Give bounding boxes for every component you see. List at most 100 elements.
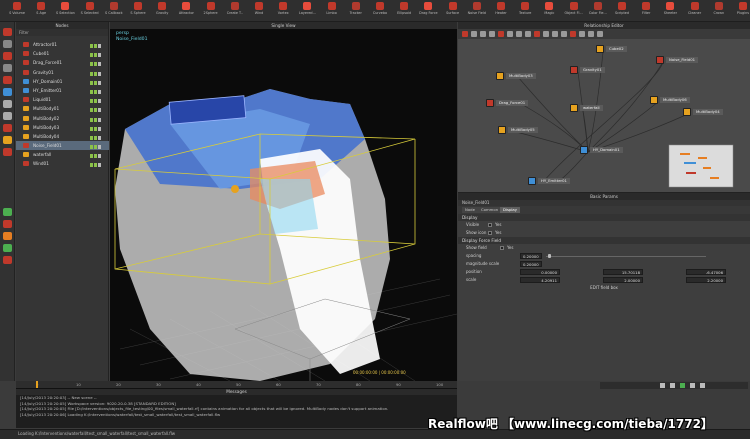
spacing-input[interactable]: 0.20000 (520, 253, 542, 259)
shelf-tool-29[interactable]: Crown (706, 1, 732, 21)
play-icon[interactable] (680, 383, 685, 388)
relationship-toolbar-icon[interactable] (561, 31, 567, 37)
timeline-playhead[interactable] (36, 381, 38, 388)
shelf-tool-23[interactable]: Object Fl... (561, 1, 587, 21)
minimap[interactable] (668, 144, 734, 188)
relationship-node[interactable]: Noise_Field01 (656, 56, 699, 64)
relationship-toolbar-icon[interactable] (498, 31, 504, 37)
shelf-tool-2[interactable]: S Selection (52, 1, 78, 21)
shelf-tool-0[interactable]: S Volume (4, 1, 30, 21)
shelf-tool-18[interactable]: Surface (440, 1, 466, 21)
relationship-node[interactable]: MultiBody04 (683, 108, 723, 116)
daemon-tool-icon[interactable] (3, 124, 12, 132)
tab-display[interactable]: Display (500, 207, 520, 213)
shelf-tool-7[interactable]: Attractor (173, 1, 199, 21)
shelf-tool-6[interactable]: Gravity (149, 1, 175, 21)
spacing-slider-track[interactable] (546, 255, 706, 257)
shelf-tool-5[interactable]: S Sphere (125, 1, 151, 21)
move-tool-icon[interactable] (3, 40, 12, 48)
relationship-toolbar-icon[interactable] (570, 31, 576, 37)
rotate-tool-icon[interactable] (3, 52, 12, 60)
show-field-checkbox[interactable] (500, 246, 504, 250)
relationship-node[interactable]: MultiBody03 (496, 72, 536, 80)
select-tool-icon[interactable] (3, 28, 12, 36)
shelf-tool-30[interactable]: Plugins (730, 1, 750, 21)
node-row[interactable]: HY_Emitter01 (16, 86, 109, 95)
node-flags[interactable] (89, 51, 105, 58)
relationship-toolbar-icon[interactable] (516, 31, 522, 37)
shelf-tool-22[interactable]: Magic (536, 1, 562, 21)
node-flags[interactable] (89, 106, 105, 113)
shelf-tool-1[interactable]: S Age (28, 1, 54, 21)
relationship-toolbar-icon[interactable] (471, 31, 477, 37)
shelf-tool-10[interactable]: Wind (246, 1, 272, 21)
node-row[interactable]: MultiBody02 (16, 114, 109, 123)
node-flags[interactable] (89, 125, 105, 131)
shelf-tool-8[interactable]: 2Sphere (198, 1, 224, 21)
sphere-tool-icon[interactable] (3, 112, 12, 120)
camera-tool-icon[interactable] (3, 208, 12, 216)
shelf-tool-17[interactable]: Drag Force (415, 1, 441, 21)
viewport-panel[interactable]: Single View persp Noise_Field01 00:00:00… (110, 22, 457, 381)
domain-tool-icon[interactable] (3, 88, 12, 96)
scale-tool-icon[interactable] (3, 64, 12, 72)
shelf-tool-19[interactable]: Noise Field (464, 1, 490, 21)
node-flags[interactable] (89, 143, 105, 150)
relationship-toolbar-icon[interactable] (588, 31, 594, 37)
shelf-tool-21[interactable]: Texture (512, 1, 538, 21)
node-flags[interactable] (89, 161, 105, 168)
scale-x-input[interactable]: 4.20911 (520, 277, 560, 283)
node-flags[interactable] (89, 70, 105, 76)
rewind-icon[interactable] (660, 383, 665, 388)
relationship-node[interactable]: waterfall (570, 104, 603, 112)
relationship-node[interactable]: MultiBody06 (650, 96, 690, 104)
node-flags[interactable] (89, 134, 105, 140)
node-flags[interactable] (89, 116, 105, 122)
magnitude-input[interactable]: 0.20000 (520, 261, 542, 267)
position-x-input[interactable]: 0.00000 (520, 269, 560, 275)
relationship-toolbar-icon[interactable] (525, 31, 531, 37)
emitter-tool-icon[interactable] (3, 76, 12, 84)
shelf-tool-28[interactable]: Cleaner (682, 1, 708, 21)
node-row[interactable]: waterfall (16, 150, 109, 159)
nodes-filter[interactable]: Filter (16, 29, 108, 36)
shelf-tool-20[interactable]: Heater (488, 1, 514, 21)
shelf-tool-15[interactable]: Curvebo (367, 1, 393, 21)
shelf-tool-25[interactable]: Scripted (609, 1, 635, 21)
relationship-node[interactable]: MultiBody05 (498, 126, 538, 134)
shelf-tool-27[interactable]: Sheeter (657, 1, 683, 21)
shelf-tool-14[interactable]: Tracker (343, 1, 369, 21)
fast-forward-icon[interactable] (700, 383, 705, 388)
edit-field-box-button[interactable]: EDIT field box (590, 285, 618, 290)
relationship-toolbar-icon[interactable] (462, 31, 468, 37)
shelf-tool-3[interactable]: S Selected (77, 1, 103, 21)
relationship-node[interactable]: Cube02 (596, 45, 627, 53)
node-row[interactable]: Liquid01 (16, 95, 109, 104)
node-row[interactable]: MultiBody03 (16, 123, 109, 132)
shelf-tool-24[interactable]: Color Fie... (585, 1, 611, 21)
visible-checkbox[interactable] (488, 223, 492, 227)
position-y-input[interactable]: 15.70118 (603, 269, 643, 275)
node-flags[interactable] (89, 88, 105, 94)
shelf-tool-12[interactable]: Layered... (294, 1, 320, 21)
force-field-section-header[interactable]: Display Force Field (458, 237, 750, 244)
relationship-node[interactable]: Drag_Force01 (486, 99, 529, 107)
node-row[interactable]: MultiBody01 (16, 104, 109, 113)
node-flags[interactable] (89, 60, 105, 67)
node-row[interactable]: Cube01 (16, 49, 109, 58)
noise-field-gizmo[interactable] (231, 185, 239, 193)
node-row[interactable]: Wind01 (16, 159, 109, 168)
relationship-toolbar-icon[interactable] (543, 31, 549, 37)
mesh-tool-icon[interactable] (3, 148, 12, 156)
viewport-canvas[interactable] (110, 29, 457, 381)
shelf-tool-26[interactable]: Filter (633, 1, 659, 21)
relationship-node[interactable]: HY_Domain01 (580, 146, 623, 154)
relationship-toolbar-icon[interactable] (579, 31, 585, 37)
node-flags[interactable] (89, 42, 105, 48)
node-flags[interactable] (89, 97, 105, 104)
relationship-node[interactable]: HY_Emitter01 (528, 177, 570, 185)
tab-common[interactable]: Common (478, 207, 502, 213)
shelf-tool-13[interactable]: Limbo (319, 1, 345, 21)
timeline-bar[interactable]: 0102030405060708090100 (16, 381, 457, 388)
shelf-tool-16[interactable]: Ellipsoid (391, 1, 417, 21)
